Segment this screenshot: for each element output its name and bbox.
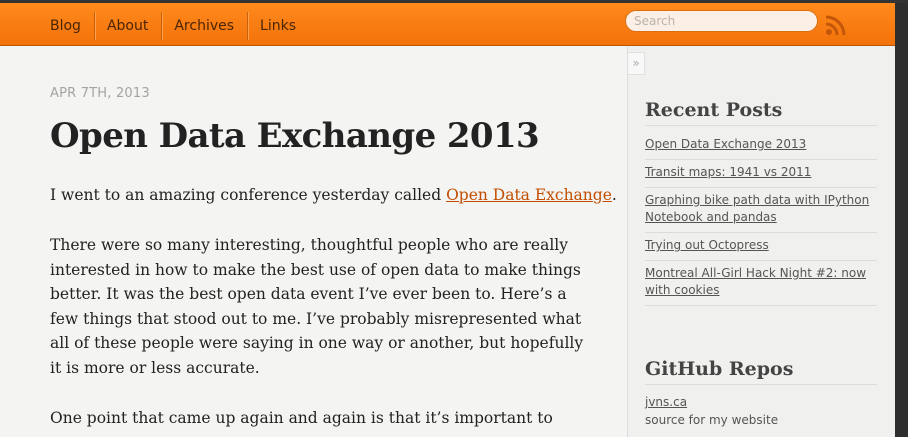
list-item: Transit maps: 1941 vs 2011 [645,160,877,188]
paragraph-intro: I went to an amazing conference yesterda… [50,183,617,208]
nav-blog[interactable]: Blog [37,3,94,46]
page: Blog About Archives Links APR 7TH, 2013 … [0,3,895,437]
recent-post-link[interactable]: Trying out Octopress [645,237,877,254]
top-navbar: Blog About Archives Links [0,3,895,46]
collapse-sidebar-button[interactable]: » [628,52,645,75]
list-item: Open Data Exchange 2013 [645,132,877,160]
github-repo: jvns.ca source for my website [645,394,877,429]
recent-posts-list: Open Data Exchange 2013 Transit maps: 19… [645,132,877,306]
nav-archives[interactable]: Archives [161,3,247,46]
post-title: Open Data Exchange 2013 [50,116,540,156]
github-repos-heading: GitHub Repos [645,358,877,385]
main-nav: Blog About Archives Links [37,3,309,46]
repo-link[interactable]: jvns.ca [645,394,877,411]
list-item: Trying out Octopress [645,233,877,261]
repo-description: source for my website [645,413,779,427]
recent-post-link[interactable]: Montreal All-Girl Hack Night #2: now wit… [645,265,877,299]
rss-icon[interactable] [825,14,847,36]
paragraph-continued: One point that came up again and again i… [50,409,553,427]
recent-post-link[interactable]: Open Data Exchange 2013 [645,136,877,153]
paragraph-body: There were so many interesting, thoughtf… [50,236,584,377]
intro-end: . [611,186,617,204]
recent-post-link[interactable]: Transit maps: 1941 vs 2011 [645,164,877,181]
nav-links[interactable]: Links [247,3,309,46]
intro-text: I went to an amazing conference yesterda… [50,186,447,204]
post-date: APR 7TH, 2013 [50,86,150,101]
recent-posts-heading: Recent Posts [645,99,877,126]
open-data-exchange-link[interactable]: Open Data Exchange [446,186,612,204]
sidebar: » Recent Posts Open Data Exchange 2013 T… [627,46,895,437]
search-input[interactable] [625,10,818,32]
recent-post-link[interactable]: Graphing bike path data with IPython Not… [645,192,877,226]
window-edge [895,3,908,437]
list-item: Montreal All-Girl Hack Night #2: now wit… [645,261,877,306]
nav-about[interactable]: About [93,3,161,46]
list-item: Graphing bike path data with IPython Not… [645,188,877,233]
